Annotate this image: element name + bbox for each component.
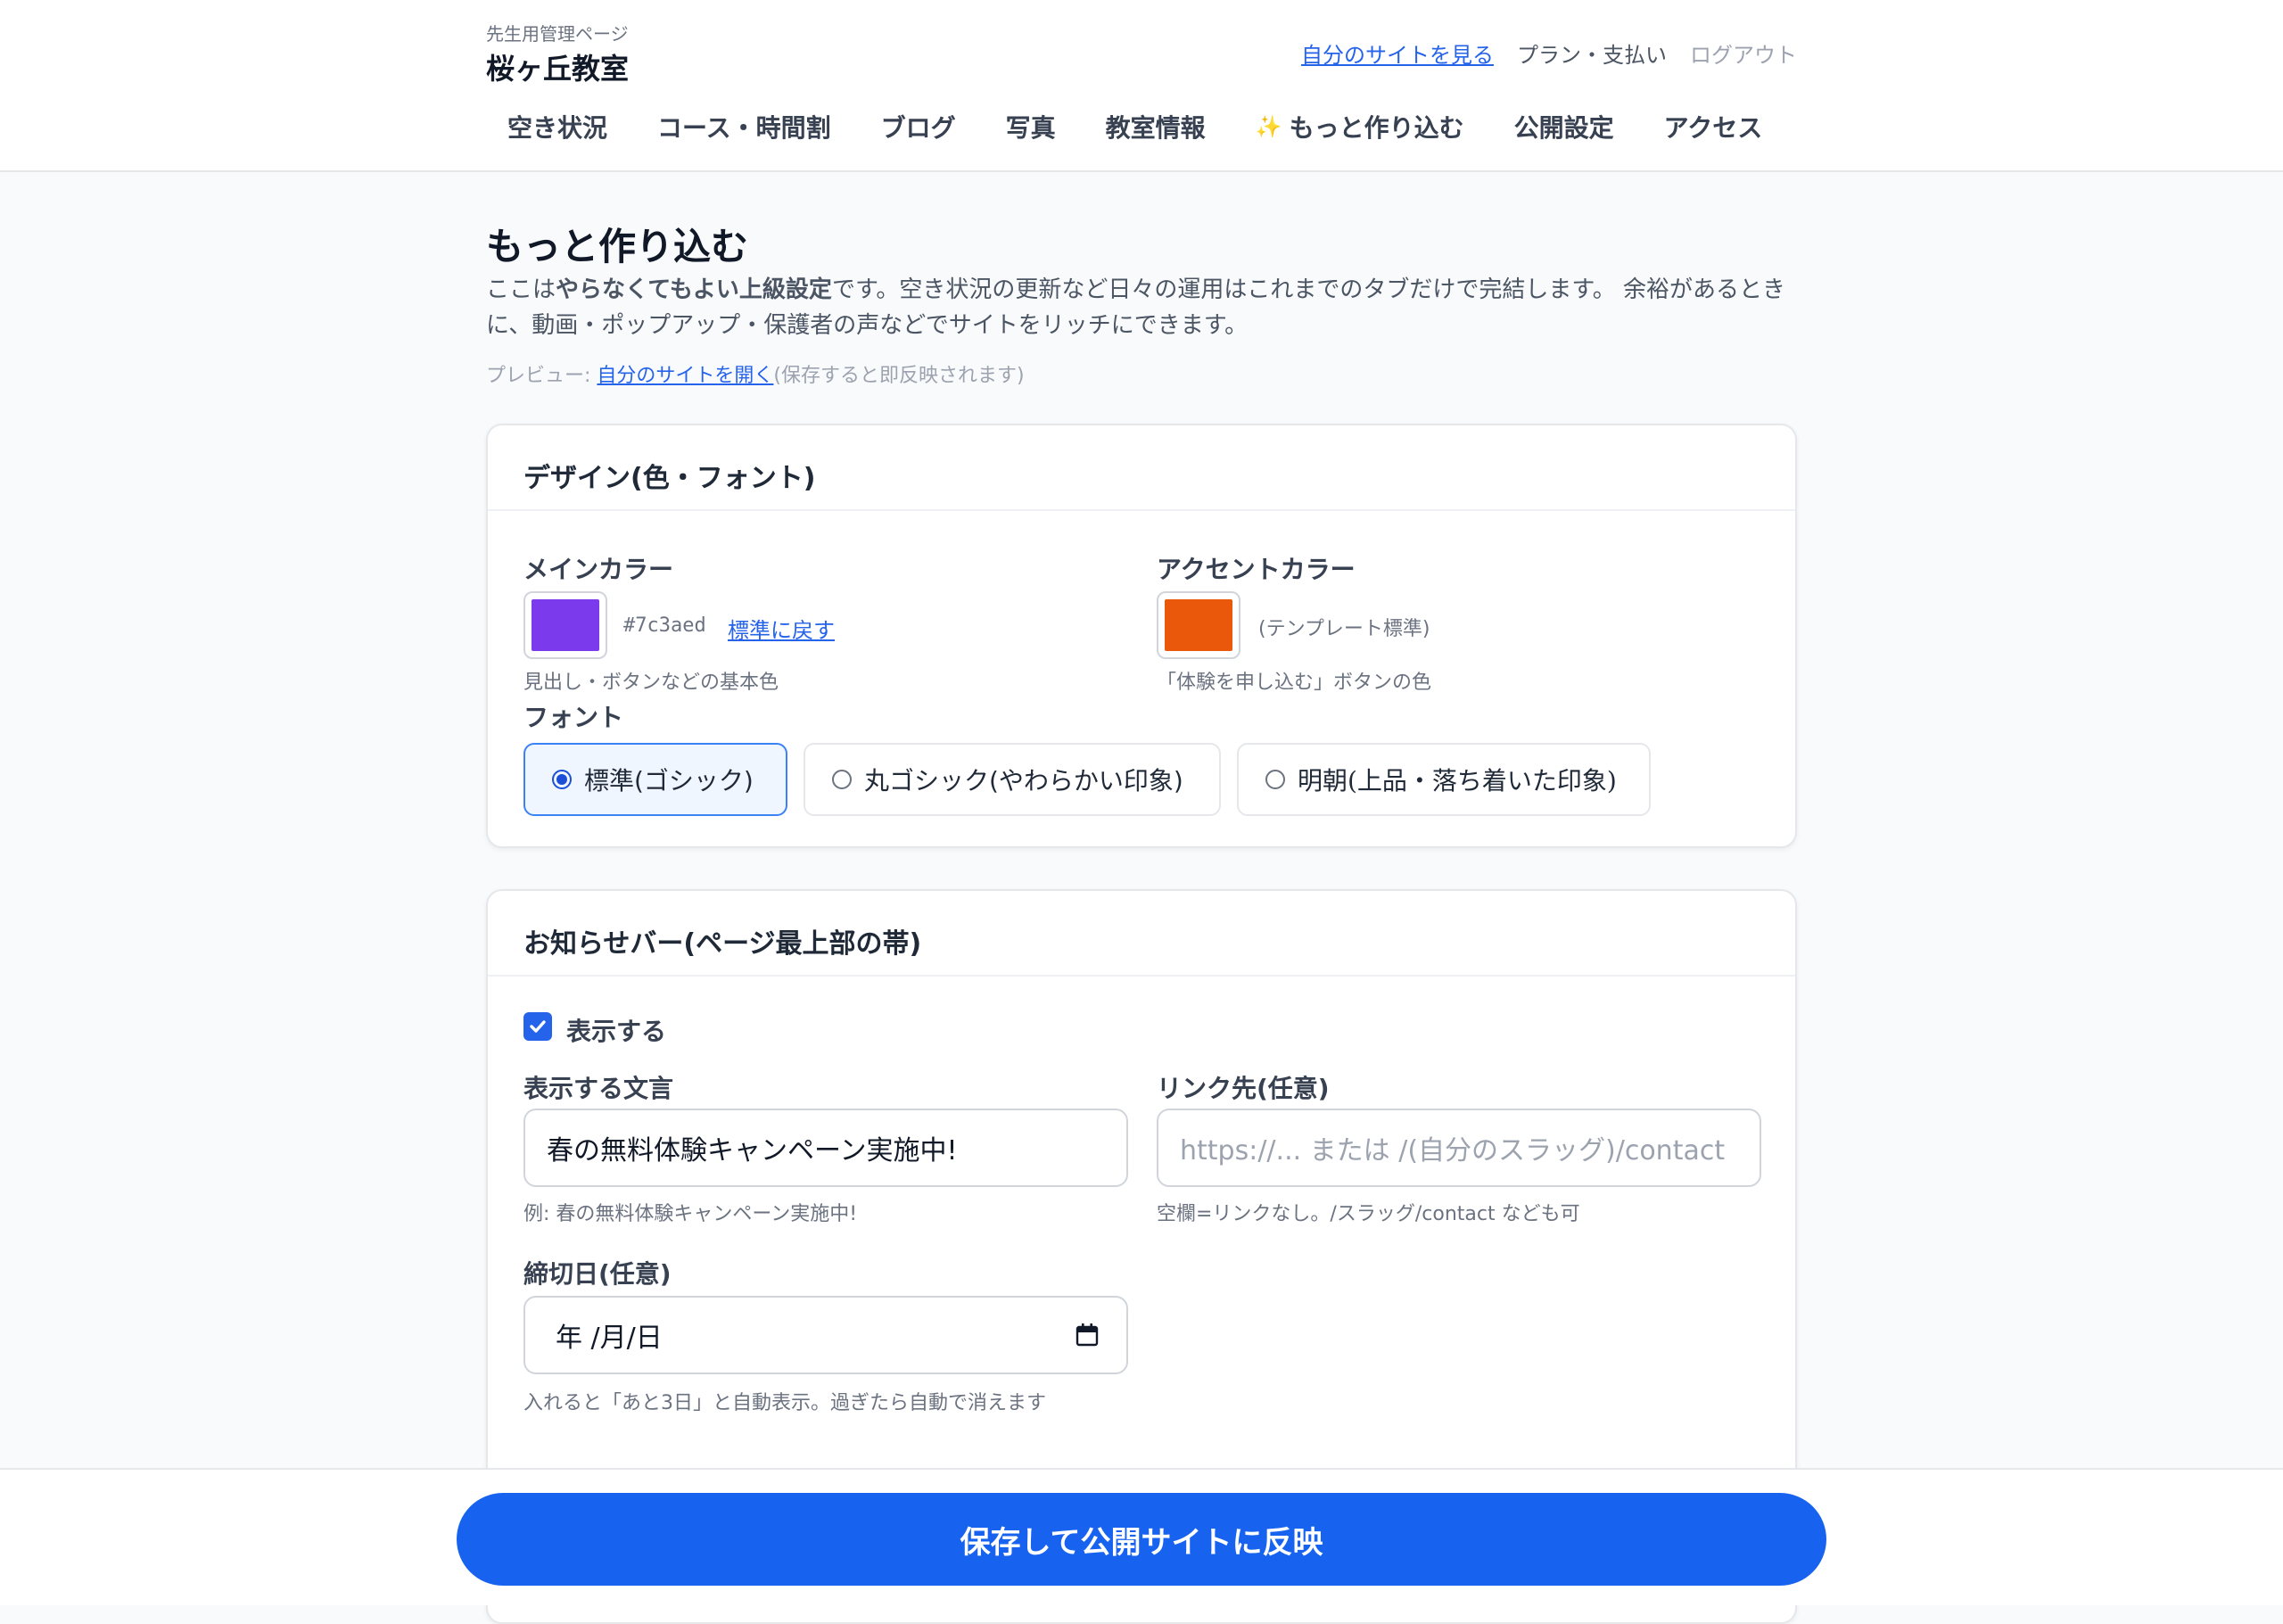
deadline-help: 入れると「あと3日」と自動表示。過ぎたら自動で消えます — [523, 1392, 1046, 1414]
main-color-help: 見出し・ボタンなどの基本色 — [523, 672, 779, 694]
accent-color-label: アクセントカラー — [1157, 555, 1356, 584]
open-site-link[interactable]: 自分のサイトを開く — [597, 365, 773, 387]
notice-text-label: 表示する文言 — [523, 1074, 674, 1103]
nav-tab-school-info[interactable]: 教室情報 — [1081, 109, 1231, 144]
font-options: 標準(ゴシック) 丸ゴシック(やわらかい印象) 明朝(上品・落ち着いた印象) — [523, 743, 1651, 816]
notice-card-header: お知らせバー(ページ最上部の帯) — [488, 891, 1795, 977]
logout-link[interactable]: ログアウト — [1690, 37, 1797, 69]
nav-tab-label: 空き状況 — [507, 113, 608, 143]
link-input[interactable]: https://... または /(自分のスラッグ)/contact — [1157, 1109, 1761, 1187]
main-nav: 空き状況 コース・時間割 ブログ 写真 教室情報 ✨ もっと作り込む 公開設定 … — [486, 109, 1787, 144]
nav-tab-courses[interactable]: コース・時間割 — [632, 109, 856, 144]
preview-note: (保存すると即反映されます) — [773, 365, 1025, 387]
nav-tab-publish[interactable]: 公開設定 — [1489, 109, 1639, 144]
header-subtitle: 先生用管理ページ — [486, 23, 629, 45]
radio-icon — [832, 770, 852, 789]
show-notice-label: 表示する — [566, 1017, 667, 1046]
design-card-title: デザイン(色・フォント) — [523, 463, 816, 494]
save-publish-button[interactable]: 保存して公開サイトに反映 — [457, 1493, 1826, 1586]
app-header: 先生用管理ページ 桜ヶ丘教室 自分のサイトを見る プラン・支払い ログアウト 空… — [0, 0, 2283, 172]
link-help: 空欄=リンクなし。/スラッグ/contact なども可 — [1157, 1203, 1580, 1225]
main-color-swatch — [532, 599, 599, 651]
font-option-rounded[interactable]: 丸ゴシック(やわらかい印象) — [804, 743, 1221, 816]
header-links: 自分のサイトを見る プラン・支払い ログアウト — [1301, 37, 1797, 69]
preview-label: プレビュー: — [486, 365, 598, 387]
deadline-value: 年 /月/日 — [556, 1323, 663, 1354]
nav-tab-blog[interactable]: ブログ — [856, 109, 981, 144]
notice-card-title: お知らせバー(ページ最上部の帯) — [523, 928, 922, 960]
nav-tab-label: コース・時間割 — [657, 113, 831, 143]
school-name: 桜ヶ丘教室 — [486, 52, 630, 86]
nav-tab-label: 公開設定 — [1513, 113, 1614, 143]
intro-pre: ここは — [486, 276, 556, 303]
plan-payment-link[interactable]: プラン・支払い — [1517, 37, 1667, 69]
intro-text: ここはやらなくてもよい上級設定です。空き状況の更新など日々の運用はこれまでのタブ… — [486, 272, 1797, 343]
nav-tab-label: 教室情報 — [1105, 113, 1206, 143]
design-card: デザイン(色・フォント) メインカラー #7c3aed 標準に戻す 見出し・ボタ… — [486, 424, 1797, 848]
nav-tab-photos[interactable]: 写真 — [981, 109, 1081, 144]
link-label: リンク先(任意) — [1157, 1074, 1330, 1103]
notice-text-value: 春の無料体験キャンペーン実施中! — [547, 1135, 958, 1166]
nav-tab-label: もっと作り込む — [1289, 113, 1464, 143]
check-icon — [530, 1020, 546, 1033]
calendar-icon[interactable] — [1075, 1323, 1100, 1348]
intro-bold: やらなくてもよい上級設定 — [556, 276, 832, 303]
sticky-footer: 保存して公開サイトに反映 — [0, 1468, 2283, 1605]
header-inner: 先生用管理ページ 桜ヶ丘教室 自分のサイトを見る プラン・支払い ログアウト 空… — [486, 0, 1797, 172]
view-site-link[interactable]: 自分のサイトを見る — [1301, 37, 1494, 69]
nav-tab-label: アクセス — [1663, 113, 1763, 143]
font-option-mincho[interactable]: 明朝(上品・落ち着いた印象) — [1237, 743, 1651, 816]
nav-tab-advanced[interactable]: ✨ もっと作り込む — [1231, 109, 1489, 144]
nav-tab-access[interactable]: アクセス — [1639, 109, 1788, 144]
preview-line: プレビュー: 自分のサイトを開く(保存すると即反映されます) — [486, 359, 1025, 388]
page-title: もっと作り込む — [486, 225, 749, 268]
font-label: フォント — [523, 703, 624, 732]
nav-tab-label: ブログ — [880, 113, 956, 143]
font-option-label: 標準(ゴシック) — [584, 766, 754, 796]
radio-icon — [1265, 770, 1285, 789]
font-option-label: 丸ゴシック(やわらかい印象) — [864, 766, 1183, 796]
accent-color-note: (テンプレート標準) — [1258, 618, 1430, 640]
notice-text-input[interactable]: 春の無料体験キャンペーン実施中! — [523, 1109, 1128, 1187]
radio-selected-icon — [552, 770, 572, 789]
font-option-gothic[interactable]: 標準(ゴシック) — [523, 743, 787, 816]
accent-color-swatch — [1165, 599, 1232, 651]
accent-color-help: 「体験を申し込む」ボタンの色 — [1157, 672, 1432, 694]
main-color-hex: #7c3aed — [623, 614, 706, 637]
notice-text-help: 例: 春の無料体験キャンペーン実施中! — [523, 1203, 858, 1225]
nav-tab-availability[interactable]: 空き状況 — [486, 109, 632, 144]
design-card-header: デザイン(色・フォント) — [488, 425, 1795, 511]
link-input-placeholder: https://... または /(自分のスラッグ)/contact — [1180, 1135, 1726, 1166]
reset-color-link[interactable]: 標準に戻す — [728, 613, 835, 644]
sparkle-icon: ✨ — [1255, 114, 1282, 139]
main-color-label: メインカラー — [523, 555, 674, 584]
nav-tab-label: 写真 — [1005, 113, 1056, 143]
deadline-date-input[interactable]: 年 /月/日 — [523, 1296, 1128, 1374]
deadline-label: 締切日(任意) — [523, 1259, 672, 1289]
font-option-label: 明朝(上品・落ち着いた印象) — [1298, 766, 1617, 796]
show-notice-checkbox[interactable] — [523, 1012, 552, 1041]
accent-color-picker[interactable] — [1157, 591, 1240, 659]
main-color-picker[interactable] — [523, 591, 607, 659]
